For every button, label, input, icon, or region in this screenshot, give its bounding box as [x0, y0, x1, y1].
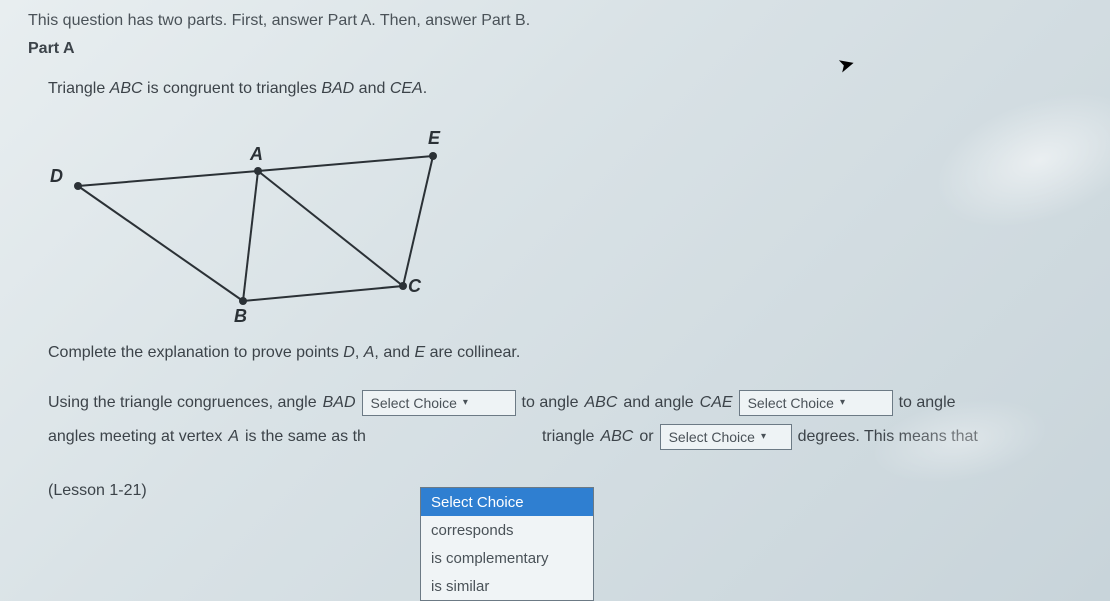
geometry-figure: D A E B C	[48, 116, 468, 336]
dropdown-option-placeholder[interactable]: Select Choice	[421, 488, 593, 516]
text: .	[423, 80, 427, 97]
text: Complete the explanation to prove points	[48, 344, 343, 361]
text: Using the triangle congruences, angle	[48, 386, 317, 420]
text: Triangle	[48, 80, 110, 97]
vertex-label-a: A	[250, 144, 263, 165]
text: to angle	[899, 386, 956, 420]
dropdown-option-similar[interactable]: is similar	[421, 572, 593, 600]
chevron-down-icon: ▾	[840, 386, 845, 420]
vertex-a: A	[228, 420, 239, 454]
chevron-down-icon: ▾	[761, 420, 766, 454]
text: and	[354, 80, 390, 97]
angle-abc: ABC	[584, 386, 617, 420]
select-1-label: Select Choice	[371, 386, 457, 420]
triangle-bad: BAD	[321, 80, 354, 97]
angle-bad: BAD	[323, 386, 356, 420]
select-4[interactable]: Select Choice ▾	[660, 424, 792, 450]
text: to angle	[522, 386, 579, 420]
select-3-dropdown[interactable]: Select Choice corresponds is complementa…	[420, 487, 594, 601]
fill-in-area: Using the triangle congruences, angle BA…	[48, 386, 1110, 454]
text: or	[639, 420, 653, 454]
vertex-label-c: C	[408, 276, 421, 297]
point-e: E	[414, 344, 425, 361]
text: angles meeting at vertex	[48, 420, 222, 454]
triangle-abc: ABC	[110, 80, 143, 97]
dropdown-option-complementary[interactable]: is complementary	[421, 544, 593, 572]
question-page: This question has two parts. First, answ…	[0, 0, 1110, 500]
text: , and	[374, 344, 414, 361]
text: ,	[355, 344, 364, 361]
point-a: A	[364, 344, 375, 361]
vertex-label-b: B	[234, 306, 247, 327]
fill-line-2: angles meeting at vertex A is the same a…	[48, 420, 1110, 454]
point-d: D	[343, 344, 355, 361]
select-4-label: Select Choice	[669, 420, 755, 454]
select-1[interactable]: Select Choice ▾	[362, 390, 516, 416]
text: is congruent to triangles	[143, 80, 322, 97]
vertex-label-e: E	[428, 128, 440, 149]
chevron-down-icon: ▾	[463, 386, 468, 420]
text: triangle	[542, 420, 594, 454]
explain-prompt: Complete the explanation to prove points…	[48, 344, 1110, 362]
select-2-label: Select Choice	[748, 386, 834, 420]
part-a-heading: Part A	[28, 40, 1110, 58]
instruction-text: This question has two parts. First, answ…	[28, 12, 1110, 30]
select-2[interactable]: Select Choice ▾	[739, 390, 893, 416]
vertex-label-d: D	[50, 166, 63, 187]
text: degrees. This means that	[798, 420, 978, 454]
text: is the same as th	[245, 420, 366, 454]
text: and angle	[623, 386, 693, 420]
text: are collinear.	[425, 344, 520, 361]
triangle-abc-2: ABC	[600, 420, 633, 454]
dropdown-option-corresponds[interactable]: corresponds	[421, 516, 593, 544]
statement-text: Triangle ABC is congruent to triangles B…	[48, 80, 1110, 98]
triangle-cea: CEA	[390, 80, 423, 97]
fill-line-1: Using the triangle congruences, angle BA…	[48, 386, 1110, 420]
angle-cae: CAE	[700, 386, 733, 420]
